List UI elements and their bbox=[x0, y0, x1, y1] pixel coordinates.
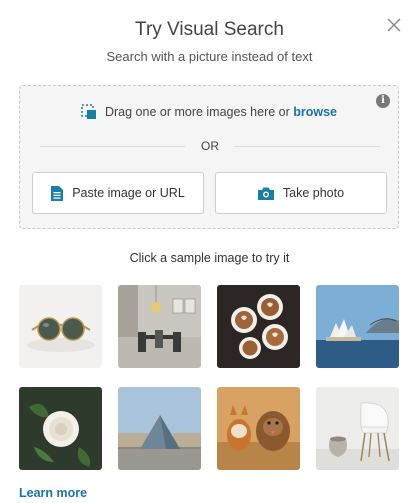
close-icon[interactable] bbox=[384, 15, 404, 35]
paste-image-button[interactable]: Paste image or URL bbox=[32, 172, 204, 214]
take-photo-button[interactable]: Take photo bbox=[215, 172, 387, 214]
sample-louvre-pyramid[interactable] bbox=[118, 387, 201, 470]
sample-sunglasses[interactable] bbox=[19, 285, 102, 368]
paste-label: Paste image or URL bbox=[72, 186, 185, 200]
browse-link[interactable]: browse bbox=[293, 105, 337, 119]
sample-instruction: Click a sample image to try it bbox=[129, 251, 290, 265]
page-title: Try Visual Search bbox=[135, 19, 284, 40]
sample-white-chair[interactable] bbox=[316, 387, 399, 470]
sample-dining-room[interactable] bbox=[118, 285, 201, 368]
camera-icon bbox=[257, 187, 274, 200]
sample-coffee-cups[interactable] bbox=[217, 285, 300, 368]
drag-drop-icon bbox=[81, 104, 97, 123]
sample-sydney-opera-house[interactable] bbox=[316, 285, 399, 368]
drag-instruction: Drag one or more images here or browse bbox=[20, 104, 398, 123]
photo-label: Take photo bbox=[282, 186, 345, 200]
page-subtitle: Search with a picture instead of text bbox=[106, 49, 313, 64]
or-divider: OR bbox=[40, 139, 380, 153]
document-icon bbox=[51, 185, 64, 201]
drag-text: Drag one or more images here or bbox=[104, 105, 294, 119]
sample-white-rose[interactable] bbox=[19, 387, 102, 470]
sample-dogs[interactable] bbox=[217, 387, 300, 470]
learn-more-link[interactable]: Learn more bbox=[19, 486, 87, 500]
divider-line bbox=[235, 146, 380, 147]
image-dropzone[interactable]: i Drag one or more images here or browse… bbox=[19, 85, 399, 229]
